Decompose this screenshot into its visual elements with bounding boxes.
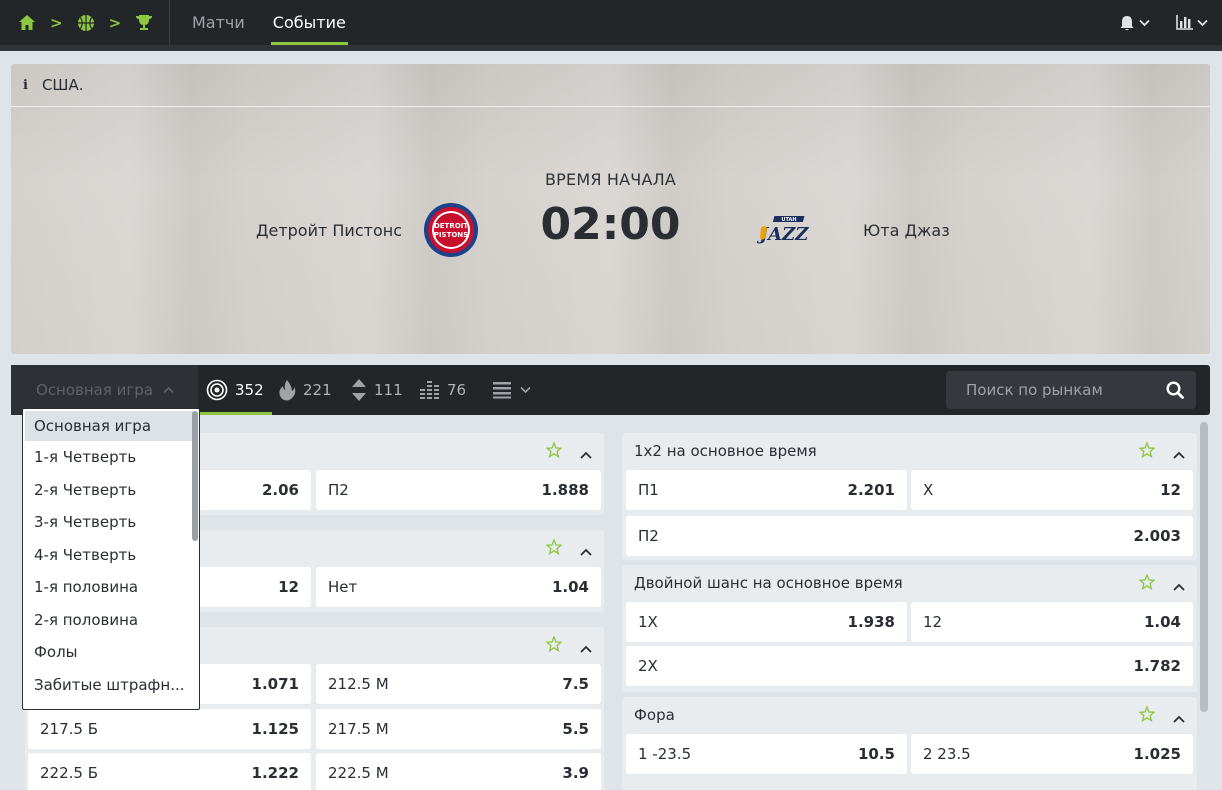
dropdown-option[interactable]: 1-я половина bbox=[23, 571, 199, 604]
star-icon[interactable] bbox=[1138, 441, 1156, 462]
odds-button[interactable]: 217.5 Б 1.125 bbox=[28, 709, 311, 749]
chevron-down-icon bbox=[520, 386, 531, 394]
event-info-row: i США. bbox=[11, 64, 1210, 107]
market-panel-header[interactable]: Фора bbox=[622, 697, 1197, 733]
market-group-select-value: Основная игра bbox=[36, 381, 154, 399]
top-navigation-bar: > > Матчи Событие bbox=[0, 0, 1222, 45]
fire-icon bbox=[279, 380, 296, 401]
market-panel-handicap: Фора 1 -23.5 10.5 2 23.5 1.025 bbox=[622, 697, 1197, 790]
notifications-menu[interactable] bbox=[1119, 15, 1150, 31]
bar-levels-icon bbox=[420, 381, 439, 399]
chevron-down-icon bbox=[1139, 19, 1150, 26]
event-header: i США. Детройт Пистонс DETROIT PISTONS В… bbox=[11, 64, 1210, 354]
dropdown-scrollbar[interactable] bbox=[192, 411, 198, 541]
market-title: Двойной шанс на основное время bbox=[634, 574, 903, 592]
odds-button[interactable]: 1 -23.5 10.5 bbox=[626, 734, 907, 774]
chevron-up-icon[interactable] bbox=[1173, 577, 1185, 595]
chevron-up-icon[interactable] bbox=[580, 542, 592, 560]
statistics-menu[interactable] bbox=[1176, 15, 1208, 30]
odds-button[interactable]: П1 2.201 bbox=[626, 470, 907, 510]
star-icon[interactable] bbox=[545, 441, 563, 462]
dropdown-option[interactable]: 1-я Четверть bbox=[23, 441, 199, 474]
odds-button[interactable]: 222.5 Б 1.222 bbox=[28, 753, 311, 790]
market-search-input[interactable] bbox=[946, 381, 1146, 399]
start-time-label: ВРЕМЯ НАЧАЛА bbox=[544, 170, 676, 189]
start-time: 02:00 bbox=[540, 199, 681, 250]
layout-menu[interactable] bbox=[493, 365, 531, 415]
odds-button[interactable]: П2 1.888 bbox=[316, 470, 601, 510]
dropdown-option[interactable]: Фолы bbox=[23, 636, 199, 669]
chevron-up-icon[interactable] bbox=[1173, 709, 1185, 727]
odds-button[interactable]: Нет 1.04 bbox=[316, 567, 601, 607]
home-icon[interactable] bbox=[18, 14, 36, 32]
market-panel-double-chance: Двойной шанс на основное время 1X 1.938 1… bbox=[622, 565, 1197, 692]
star-icon[interactable] bbox=[1138, 705, 1156, 726]
utah-jazz-logo: UTAH JAZZ bbox=[757, 216, 809, 244]
filter-count: 111 bbox=[374, 381, 403, 399]
filter-levels[interactable]: 76 bbox=[420, 365, 466, 415]
target-icon bbox=[206, 379, 228, 401]
up-down-arrows-icon bbox=[352, 379, 366, 401]
odds-button[interactable]: 212.5 М 7.5 bbox=[316, 664, 601, 704]
away-team-name[interactable]: Юта Джаз bbox=[863, 221, 950, 240]
dropdown-option[interactable]: Забитые штрафн... bbox=[23, 669, 199, 702]
search-icon[interactable] bbox=[1166, 381, 1184, 403]
chevron-up-icon bbox=[163, 386, 174, 394]
dropdown-option[interactable]: 4-я Четверть bbox=[23, 539, 199, 572]
trophy-icon[interactable] bbox=[135, 14, 153, 32]
market-title: Фора bbox=[634, 706, 675, 724]
odds-button[interactable]: 222.5 М 3.9 bbox=[316, 753, 601, 790]
dropdown-option[interactable]: 2-я половина bbox=[23, 604, 199, 637]
event-country: США. bbox=[41, 76, 84, 94]
dropdown-option[interactable]: 3-я Четверть bbox=[23, 506, 199, 539]
odds-button[interactable]: 217.5 М 5.5 bbox=[316, 709, 601, 749]
odds-button[interactable]: 2X 1.782 bbox=[626, 646, 1193, 686]
chevron-right-icon: > bbox=[50, 13, 63, 32]
filter-all-markets[interactable]: 352 bbox=[198, 365, 272, 415]
market-panel-1x2: 1х2 на основное время П1 2.201 X 12 П2 2.00… bbox=[622, 433, 1197, 560]
dropdown-option[interactable]: 2-я Четверть bbox=[23, 474, 199, 507]
filter-count: 76 bbox=[447, 381, 467, 399]
list-icon bbox=[493, 382, 511, 399]
odds-button[interactable]: 2 23.5 1.025 bbox=[911, 734, 1193, 774]
bell-icon bbox=[1120, 15, 1134, 30]
odds-button[interactable]: 12 1.04 bbox=[911, 602, 1193, 642]
chevron-up-icon[interactable] bbox=[580, 639, 592, 657]
chevron-up-icon[interactable] bbox=[580, 445, 592, 463]
filter-totals[interactable]: 111 bbox=[351, 365, 403, 415]
topbar-divider bbox=[0, 45, 1222, 51]
odds-button[interactable]: X 12 bbox=[911, 470, 1193, 510]
chevron-down-icon bbox=[1197, 19, 1208, 26]
star-icon[interactable] bbox=[545, 635, 563, 656]
basketball-icon[interactable] bbox=[77, 14, 95, 32]
filter-popular[interactable]: 221 bbox=[278, 365, 332, 415]
dropdown-option[interactable]: Основная игра bbox=[25, 411, 193, 441]
tab-event[interactable]: Событие bbox=[270, 0, 348, 45]
odds-button[interactable]: 1X 1.938 bbox=[626, 602, 907, 642]
info-icon: i bbox=[23, 77, 28, 93]
market-group-dropdown: Основная игра 1-я Четверть 2-я Четверть … bbox=[22, 408, 200, 710]
page-scrollbar[interactable] bbox=[1200, 422, 1208, 712]
chevron-right-icon: > bbox=[108, 13, 122, 32]
bar-chart-icon bbox=[1176, 15, 1193, 30]
filter-count: 352 bbox=[235, 381, 264, 399]
chevron-up-icon[interactable] bbox=[1173, 445, 1185, 463]
market-panel-header[interactable]: Двойной шанс на основное время bbox=[622, 565, 1197, 601]
breadcrumb: > > bbox=[0, 0, 170, 45]
market-title: 1х2 на основное время bbox=[634, 442, 817, 460]
star-icon[interactable] bbox=[1138, 573, 1156, 594]
market-panel-header[interactable]: 1х2 на основное время bbox=[622, 433, 1197, 469]
tab-matches[interactable]: Матчи bbox=[190, 0, 247, 45]
svg-text:UTAH: UTAH bbox=[781, 217, 796, 223]
odds-button[interactable]: П2 2.003 bbox=[626, 516, 1193, 556]
star-icon[interactable] bbox=[545, 538, 563, 559]
filter-count: 221 bbox=[303, 381, 332, 399]
market-search bbox=[946, 371, 1196, 409]
